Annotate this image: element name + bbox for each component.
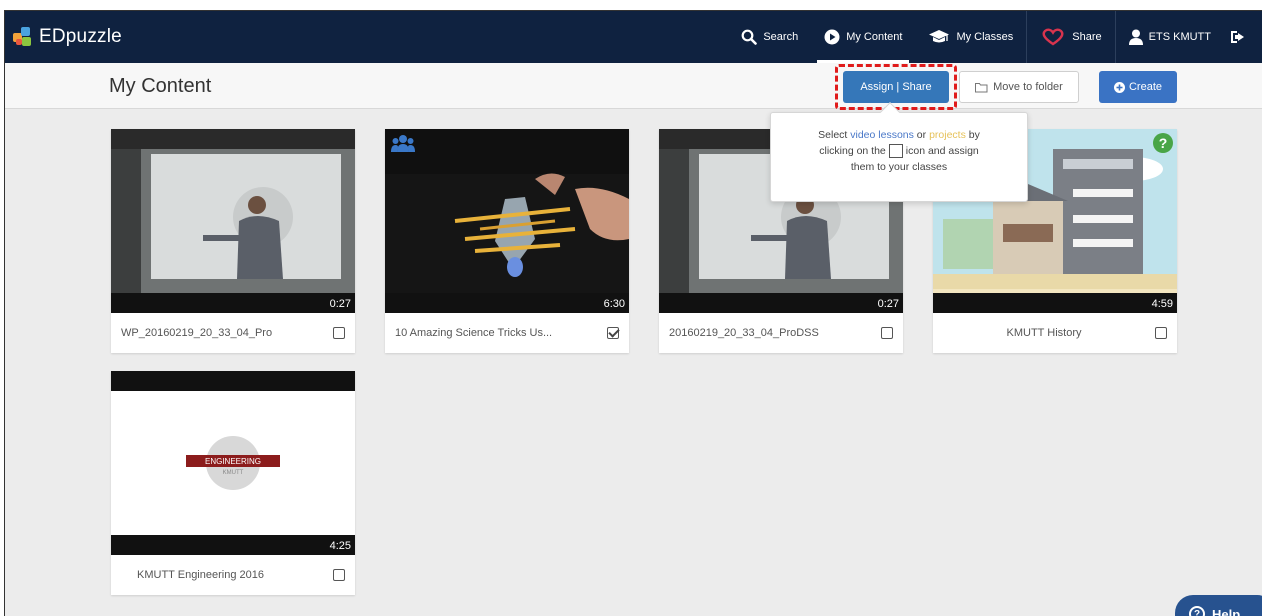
nav-my-content[interactable]: My Content [811, 11, 915, 63]
play-circle-icon [824, 29, 840, 45]
app-window: EDpuzzle Search My Content My Classes Sh… [4, 10, 1262, 616]
help-button[interactable]: ? Help [1175, 595, 1262, 616]
group-icon [391, 133, 415, 158]
help-label: Help [1212, 606, 1241, 616]
question-badge-icon: ? [1153, 133, 1173, 158]
sign-out-icon [1230, 29, 1246, 45]
nav-share[interactable]: Share [1027, 11, 1114, 63]
video-caption: 20160219_20_33_04_ProDSS [659, 313, 903, 353]
move-to-folder-button[interactable]: Move to folder [959, 71, 1079, 103]
folder-icon [975, 82, 988, 93]
graduation-cap-icon [928, 29, 950, 45]
create-button[interactable]: Create [1099, 71, 1177, 103]
search-icon [741, 29, 758, 45]
video-duration: 6:30 [603, 298, 625, 310]
top-navbar: EDpuzzle Search My Content My Classes Sh… [5, 11, 1262, 63]
move-to-folder-label: Move to folder [993, 81, 1063, 93]
edpuzzle-logo-icon [13, 27, 33, 47]
video-lessons-link[interactable]: video lessons [850, 129, 914, 141]
video-title[interactable]: WP_20160219_20_33_04_Pro [121, 327, 323, 339]
svg-text:?: ? [1159, 135, 1168, 151]
content-header: My Content Assign | Share Move to folder… [5, 63, 1262, 110]
video-card[interactable]: 0:27 WP_20160219_20_33_04_Pro [111, 129, 355, 353]
video-duration: 4:59 [1151, 298, 1173, 310]
nav-my-classes-label: My Classes [956, 31, 1014, 43]
video-title[interactable]: KMUTT History [943, 327, 1145, 339]
checkbox-illustration-icon [888, 144, 903, 159]
nav-user[interactable]: ETS KMUTT [1116, 11, 1224, 63]
select-checkbox[interactable] [333, 327, 345, 339]
select-checkbox[interactable] [333, 569, 345, 581]
video-title[interactable]: 20160219_20_33_04_ProDSS [669, 327, 871, 339]
select-checkbox[interactable] [881, 327, 893, 339]
popover-text: clicking on the [819, 145, 886, 157]
popover-text: Select [818, 129, 848, 141]
plus-circle-icon [1113, 81, 1125, 93]
user-icon [1128, 29, 1143, 45]
nav-user-label: ETS KMUTT [1148, 31, 1211, 43]
help-icon: ? [1189, 606, 1205, 616]
video-thumbnail[interactable]: 6:30 [385, 129, 629, 313]
engineering-logo-text: ENGINEERING [204, 457, 261, 466]
heart-icon [1040, 28, 1066, 46]
video-caption: KMUTT History [933, 313, 1177, 353]
create-label: Create [1128, 81, 1163, 93]
video-thumbnail[interactable]: 0:27 [111, 129, 355, 313]
video-title[interactable]: KMUTT Engineering 2016 [137, 569, 323, 581]
popover-text: icon and assign [905, 145, 979, 157]
nav-share-label: Share [1072, 31, 1102, 43]
video-duration: 0:27 [877, 298, 899, 310]
nav-logout[interactable] [1224, 11, 1262, 63]
brand[interactable]: EDpuzzle [13, 11, 122, 63]
video-caption: WP_20160219_20_33_04_Pro [111, 313, 355, 353]
video-caption: KMUTT Engineering 2016 [111, 555, 355, 595]
page-title: My Content [109, 75, 212, 97]
nav-my-classes[interactable]: My Classes [915, 11, 1026, 63]
nav-my-content-label: My Content [846, 31, 903, 43]
video-duration: 4:25 [329, 540, 351, 552]
popover-text: or [916, 129, 927, 141]
brand-name: EDpuzzle [39, 26, 122, 47]
projects-link[interactable]: projects [929, 129, 966, 141]
video-caption: 10 Amazing Science Tricks Us... [385, 313, 629, 353]
video-card[interactable]: 6:30 10 Amazing Science Tricks Us... [385, 129, 629, 353]
nav-search-label: Search [763, 31, 799, 43]
nav-search[interactable]: Search [728, 11, 811, 63]
popover-text: by [968, 129, 980, 141]
video-duration: 0:27 [329, 298, 351, 310]
highlight-annotation [835, 64, 957, 110]
video-thumbnail[interactable]: ENGINEERING KMUTT 4:25 [111, 371, 355, 555]
select-checkbox-checked[interactable] [607, 327, 619, 339]
assign-tooltip-popover: Select video lessons or projects by clic… [770, 102, 1028, 202]
kmutt-logo-text: KMUTT [222, 470, 244, 476]
select-checkbox[interactable] [1155, 327, 1167, 339]
video-card[interactable]: ENGINEERING KMUTT 4:25 KMUTT Engineering… [111, 371, 355, 595]
video-title[interactable]: 10 Amazing Science Tricks Us... [395, 327, 597, 339]
popover-text: them to your classes [850, 161, 948, 173]
